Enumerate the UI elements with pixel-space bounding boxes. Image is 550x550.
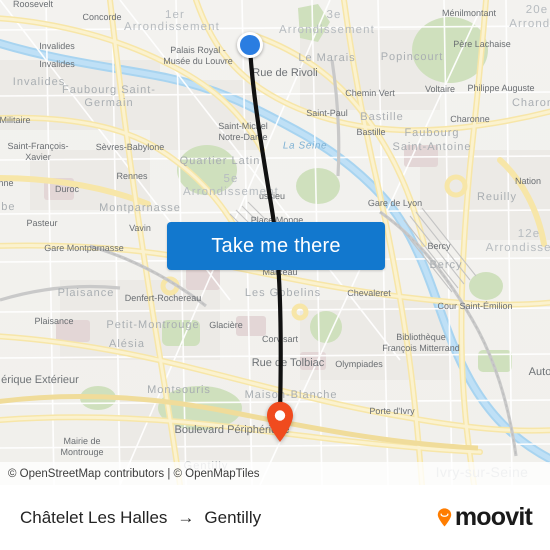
moovit-wordmark: moovit — [454, 503, 533, 531]
origin-marker[interactable] — [237, 32, 263, 58]
trip-destination-label: Gentilly — [204, 507, 262, 527]
map-attribution-text[interactable]: © OpenStreetMap contributors | © OpenMap… — [8, 468, 260, 480]
footer-bar: Châtelet Les Halles → Gentilly moovit — [0, 485, 550, 550]
arrow-right-icon: → — [177, 508, 195, 527]
moovit-logo[interactable]: moovit — [435, 503, 533, 531]
map-container[interactable]: Roosevelt Concorde 1er Arrondissement 3e Arro… — [0, 0, 550, 485]
moovit-pin-icon — [437, 508, 452, 527]
map-attribution-bar: © OpenStreetMap contributors | © OpenMap… — [0, 462, 550, 485]
moovit-trip-screen: Roosevelt Concorde 1er Arrondissement 3e Arro… — [0, 0, 550, 550]
destination-marker[interactable] — [265, 401, 295, 443]
take-me-there-button[interactable]: Take me there — [167, 222, 385, 270]
trip-origin-label: Châtelet Les Halles — [20, 507, 168, 527]
trip-summary: Châtelet Les Halles → Gentilly — [20, 508, 261, 528]
